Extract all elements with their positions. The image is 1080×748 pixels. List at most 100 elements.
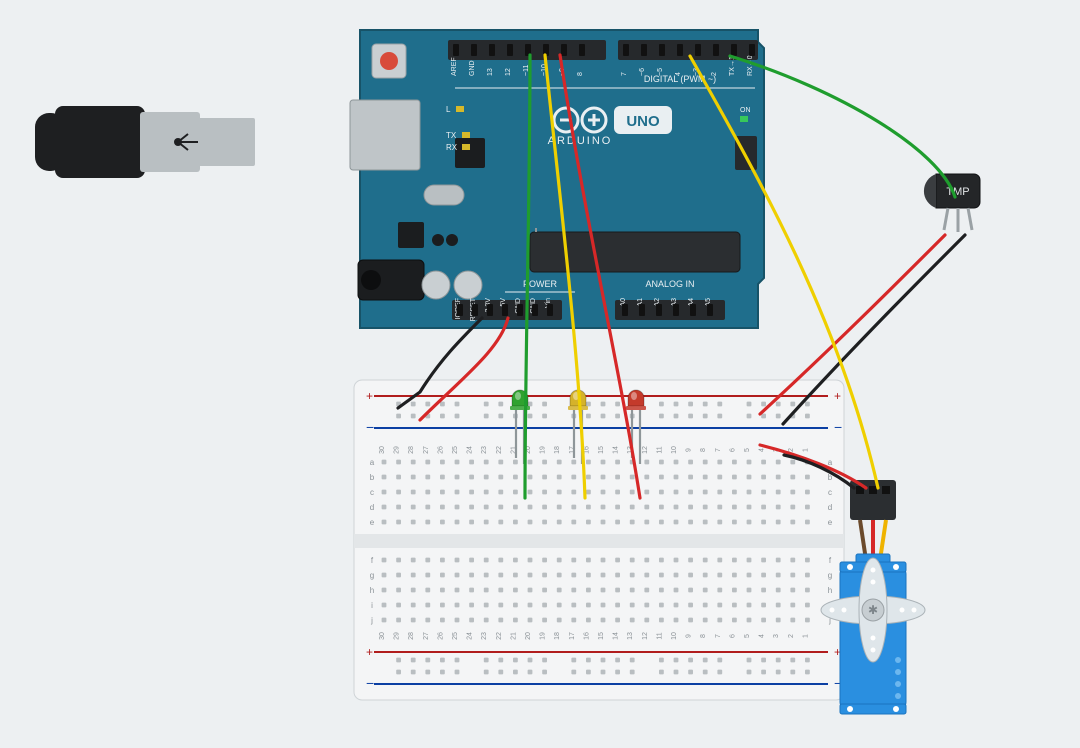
column-number: 16 — [583, 632, 590, 640]
column-number: 6 — [729, 448, 736, 452]
usb-b-port[interactable] — [350, 100, 420, 170]
led-l — [456, 106, 464, 112]
row-letter: d — [828, 503, 832, 512]
breadboard-center-channel — [354, 534, 844, 548]
column-number: 7 — [715, 448, 722, 452]
column-number: 3 — [773, 634, 780, 638]
column-number: 27 — [423, 632, 430, 640]
column-number: 8 — [700, 448, 707, 452]
pin-label: ~6 — [639, 68, 646, 76]
breadboard[interactable]: + − + − + − + − 303029292828272726262525… — [354, 380, 844, 700]
row-letter: a — [370, 458, 375, 467]
wire-tmp-vcc[interactable] — [760, 235, 945, 414]
circuit-canvas[interactable]: UNO ARDUINO L TX RX ON DIGITAL (PWM ~) P… — [0, 0, 1080, 748]
column-number: 5 — [744, 634, 751, 638]
uno-badge-text: UNO — [626, 113, 660, 130]
crystal — [424, 185, 464, 205]
column-number: 26 — [437, 446, 444, 454]
row-letter: c — [828, 488, 832, 497]
column-number: 28 — [408, 632, 415, 640]
column-number: 23 — [481, 632, 488, 640]
column-number: 21 — [510, 632, 517, 640]
row-letter: e — [828, 518, 833, 527]
arduino-brand-text: ARDUINO — [548, 135, 613, 147]
row-letter: h — [828, 586, 832, 595]
reset-button[interactable] — [372, 44, 406, 78]
usb-interface-ic — [455, 138, 485, 168]
led-on — [740, 116, 748, 122]
row-letter: g — [828, 571, 832, 580]
pin-label: 4 — [675, 72, 682, 76]
column-number: 26 — [437, 632, 444, 640]
column-number: 24 — [467, 632, 474, 640]
column-number: 9 — [686, 448, 693, 452]
column-number: 12 — [642, 632, 649, 640]
label-on: ON — [740, 107, 751, 114]
column-number: 15 — [598, 446, 605, 454]
rail-plus-symbol: + — [834, 389, 841, 403]
rail-plus-symbol: + — [366, 645, 373, 659]
capacitor — [454, 271, 482, 299]
column-number: 13 — [627, 632, 634, 640]
column-number: 7 — [715, 634, 722, 638]
row-letter: c — [370, 488, 374, 497]
column-number: 4 — [759, 448, 766, 452]
column-number: 14 — [613, 632, 620, 640]
column-number: 18 — [554, 446, 561, 454]
row-letter: a — [828, 458, 833, 467]
column-number: 22 — [496, 632, 503, 640]
row-letter: i — [371, 601, 373, 610]
column-number: 6 — [729, 634, 736, 638]
label-analog-header: ANALOG IN — [645, 279, 694, 289]
pin-label: 2 — [711, 72, 718, 76]
screw-icon: ✱ — [868, 603, 878, 617]
voltage-regulator — [398, 222, 424, 248]
pin-label: RX←0 — [747, 55, 754, 76]
rail-minus-symbol: − — [366, 675, 374, 691]
column-number: 14 — [613, 446, 620, 454]
column-number: 23 — [481, 446, 488, 454]
led-tx — [462, 132, 470, 138]
rail-minus-symbol: − — [834, 419, 842, 435]
pin-label: 8 — [577, 72, 584, 76]
column-number: 11 — [656, 632, 663, 639]
led-rx — [462, 144, 470, 150]
row-letter: h — [370, 586, 374, 595]
capacitor — [422, 271, 450, 299]
pin-label: 12 — [505, 68, 512, 76]
column-number: 29 — [394, 446, 401, 454]
column-number: 4 — [759, 634, 766, 638]
label-l: L — [446, 105, 451, 114]
atmega-chip — [530, 228, 740, 272]
column-number: 2 — [788, 634, 795, 638]
row-letter: g — [370, 571, 374, 580]
column-number: 30 — [379, 632, 386, 640]
column-number: 19 — [540, 632, 547, 640]
column-number: 1 — [802, 448, 809, 452]
column-number: 24 — [467, 446, 474, 454]
label-rx: RX — [446, 143, 458, 152]
rail-plus-symbol: + — [366, 389, 373, 403]
column-number: 15 — [598, 632, 605, 640]
column-number: 22 — [496, 446, 503, 454]
column-number: 28 — [408, 446, 415, 454]
column-number: 5 — [744, 448, 751, 452]
column-number: 29 — [394, 632, 401, 640]
column-number: 8 — [700, 634, 707, 638]
row-letter: b — [370, 473, 375, 482]
row-letter: j — [370, 616, 373, 625]
wire-tmp-gnd[interactable] — [783, 235, 965, 424]
column-number: 19 — [540, 446, 547, 454]
column-number: 1 — [802, 634, 809, 638]
column-number: 10 — [671, 446, 678, 454]
row-letter: d — [370, 503, 374, 512]
column-number: 11 — [656, 446, 663, 453]
pin-label: 13 — [487, 68, 494, 76]
rail-minus-symbol: − — [366, 419, 374, 435]
pin-label: GND — [469, 60, 476, 76]
column-number: 10 — [671, 632, 678, 640]
column-number: 27 — [423, 446, 430, 454]
uno-badge: UNO — [614, 106, 672, 134]
usb-cable[interactable] — [35, 106, 255, 178]
tmp-sensor[interactable]: TMP — [924, 174, 980, 232]
